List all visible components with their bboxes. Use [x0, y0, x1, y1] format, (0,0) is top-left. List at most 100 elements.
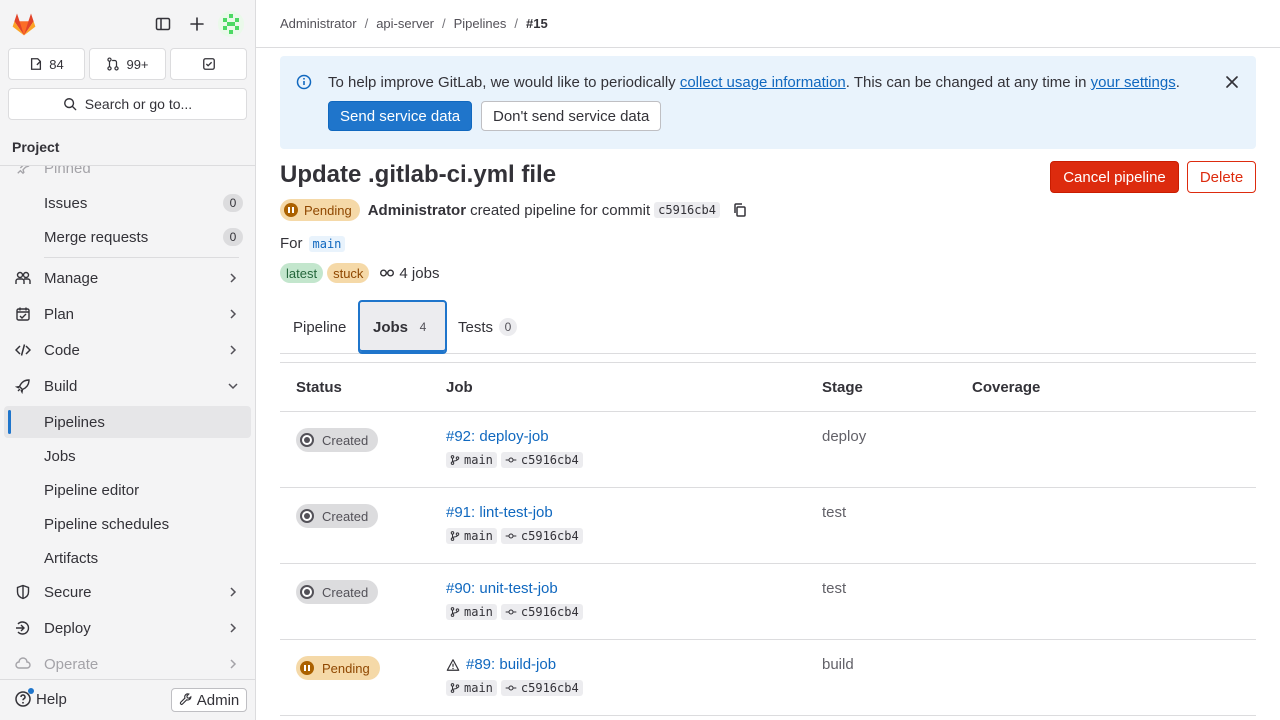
- usage-data-banner: To help improve GitLab, we would like to…: [280, 56, 1256, 149]
- sidebar-item-manage[interactable]: Manage: [4, 262, 251, 294]
- sidebar-item-pipeline-schedules[interactable]: Pipeline schedules: [4, 508, 251, 540]
- rocket-icon: [14, 377, 32, 395]
- stage-name: test: [822, 504, 847, 521]
- ref-chip[interactable]: main: [446, 528, 497, 544]
- merge-requests-count-button[interactable]: 99+: [89, 48, 166, 80]
- breadcrumb-item[interactable]: api-server: [376, 16, 434, 31]
- help-icon: [14, 688, 34, 708]
- status-label: Created: [322, 584, 369, 600]
- sidebar-counts: 84 99+: [8, 48, 247, 80]
- sidebar-item-merge-requests[interactable]: Merge requests 0: [4, 221, 251, 253]
- ref-chip[interactable]: main: [446, 680, 497, 696]
- job-meta: main c5916cb4: [446, 452, 583, 468]
- branch-link[interactable]: main: [308, 235, 346, 252]
- commit-label: c5916cb4: [520, 529, 579, 543]
- column-header-status: Status: [296, 379, 342, 396]
- jobs-count-text: 4 jobs: [399, 264, 440, 282]
- job-link[interactable]: #91: lint-test-job: [446, 504, 553, 521]
- commit-chip[interactable]: c5916cb4: [500, 680, 583, 696]
- commit-chip[interactable]: c5916cb4: [500, 452, 583, 468]
- close-icon[interactable]: [1224, 74, 1240, 90]
- issues-count-button[interactable]: 84: [8, 48, 85, 80]
- admin-button[interactable]: Admin: [171, 688, 247, 712]
- info-icon: [296, 74, 312, 90]
- chevron-right-icon: [230, 623, 237, 633]
- sidebar-item-pipelines[interactable]: Pipelines: [4, 406, 251, 438]
- sidebar-item-label: Build: [44, 377, 78, 395]
- toggle-sidebar-icon[interactable]: [151, 12, 175, 36]
- sidebar-item-artifacts[interactable]: Artifacts: [4, 542, 251, 574]
- stuck-badge: stuck: [327, 263, 370, 283]
- ref-chip[interactable]: main: [446, 452, 497, 468]
- sidebar-item-jobs[interactable]: Jobs: [4, 440, 251, 472]
- breadcrumb-current[interactable]: #15: [526, 16, 548, 31]
- sidebar-item-pipeline-editor[interactable]: Pipeline editor: [4, 474, 251, 506]
- search-icon: [63, 98, 77, 111]
- stage-name: build: [822, 656, 854, 673]
- chevron-right-icon: [230, 309, 237, 319]
- pipeline-meta: Pending Administrator created pipeline f…: [280, 199, 748, 221]
- send-service-data-button[interactable]: Send service data: [328, 101, 473, 131]
- job-link[interactable]: #90: unit-test-job: [446, 580, 558, 597]
- breadcrumb-item[interactable]: Pipelines: [454, 16, 507, 31]
- pipeline-tabs: Pipeline Jobs 4 Tests 0: [280, 300, 1256, 354]
- job-link[interactable]: #92: deploy-job: [446, 428, 549, 445]
- sidebar-item-operate[interactable]: Operate: [4, 648, 251, 679]
- search-label: Search or go to...: [84, 96, 193, 112]
- table-row: Pending #89: build-job main c5916cb4 bui…: [280, 640, 1256, 716]
- chevron-down-icon: [228, 383, 238, 390]
- create-new-icon[interactable]: [185, 12, 209, 36]
- gitlab-logo-icon[interactable]: [10, 10, 38, 38]
- status-badge[interactable]: Created: [296, 580, 379, 604]
- tab-tests[interactable]: Tests 0: [445, 300, 530, 354]
- sidebar-item-issues[interactable]: Issues 0: [4, 187, 251, 219]
- cloud-gear-icon: [14, 655, 32, 673]
- sidebar-item-build[interactable]: Build: [4, 370, 251, 402]
- status-badge[interactable]: Created: [296, 504, 379, 528]
- avatar[interactable]: [218, 11, 244, 37]
- ref-chip[interactable]: main: [446, 604, 497, 620]
- column-header-stage: Stage: [822, 379, 863, 396]
- chevron-right-icon: [230, 345, 237, 355]
- sidebar-item-deploy[interactable]: Deploy: [4, 612, 251, 644]
- search-button[interactable]: Search or go to...: [8, 88, 247, 120]
- sidebar-section-title: Project: [12, 139, 60, 155]
- todos-button[interactable]: [170, 48, 247, 80]
- sidebar-item-plan[interactable]: Plan: [4, 298, 251, 330]
- tab-pipeline[interactable]: Pipeline: [280, 300, 359, 354]
- sidebar-item-code[interactable]: Code: [4, 334, 251, 366]
- code-icon: [14, 341, 32, 359]
- sidebar-item-label: Pinned: [44, 166, 91, 177]
- wrench-icon: [179, 693, 192, 705]
- sidebar-item-label: Operate: [44, 655, 99, 673]
- created-status-icon: [300, 433, 314, 447]
- sidebar-item-secure[interactable]: Secure: [4, 576, 251, 608]
- job-name: #89: build-job: [466, 656, 557, 673]
- collect-usage-link[interactable]: collect usage information: [680, 74, 846, 91]
- cancel-pipeline-button[interactable]: Cancel pipeline: [1050, 161, 1179, 193]
- job-link[interactable]: #89: build-job: [446, 656, 556, 673]
- commit-label: c5916cb4: [520, 605, 579, 619]
- copy-icon[interactable]: [732, 202, 748, 218]
- breadcrumb-item[interactable]: Administrator: [280, 16, 357, 31]
- status-badge[interactable]: Pending: [280, 199, 360, 221]
- created-status-icon: [300, 585, 314, 599]
- tab-jobs[interactable]: Jobs 4: [358, 300, 447, 354]
- author-name[interactable]: Administrator: [368, 202, 466, 219]
- pipeline-icon: [380, 269, 395, 277]
- commit-icon: [505, 685, 517, 691]
- status-badge[interactable]: Pending: [296, 656, 380, 680]
- commit-chip[interactable]: c5916cb4: [500, 604, 583, 620]
- sidebar-nav: Pinned Issues 0 Merge requests 0 Manage …: [0, 166, 255, 679]
- commit-chip[interactable]: c5916cb4: [500, 528, 583, 544]
- stage-name: deploy: [822, 428, 867, 445]
- help-button[interactable]: Help: [14, 688, 67, 708]
- commit-sha[interactable]: c5916cb4: [654, 202, 720, 218]
- warning-icon: [446, 658, 460, 671]
- sidebar-item-pinned[interactable]: Pinned: [4, 166, 251, 184]
- delete-pipeline-button[interactable]: Delete: [1187, 161, 1256, 193]
- your-settings-link[interactable]: your settings: [1091, 74, 1176, 91]
- status-badge[interactable]: Created: [296, 428, 379, 452]
- users-icon: [14, 269, 32, 287]
- dont-send-service-data-button[interactable]: Don't send service data: [481, 101, 662, 131]
